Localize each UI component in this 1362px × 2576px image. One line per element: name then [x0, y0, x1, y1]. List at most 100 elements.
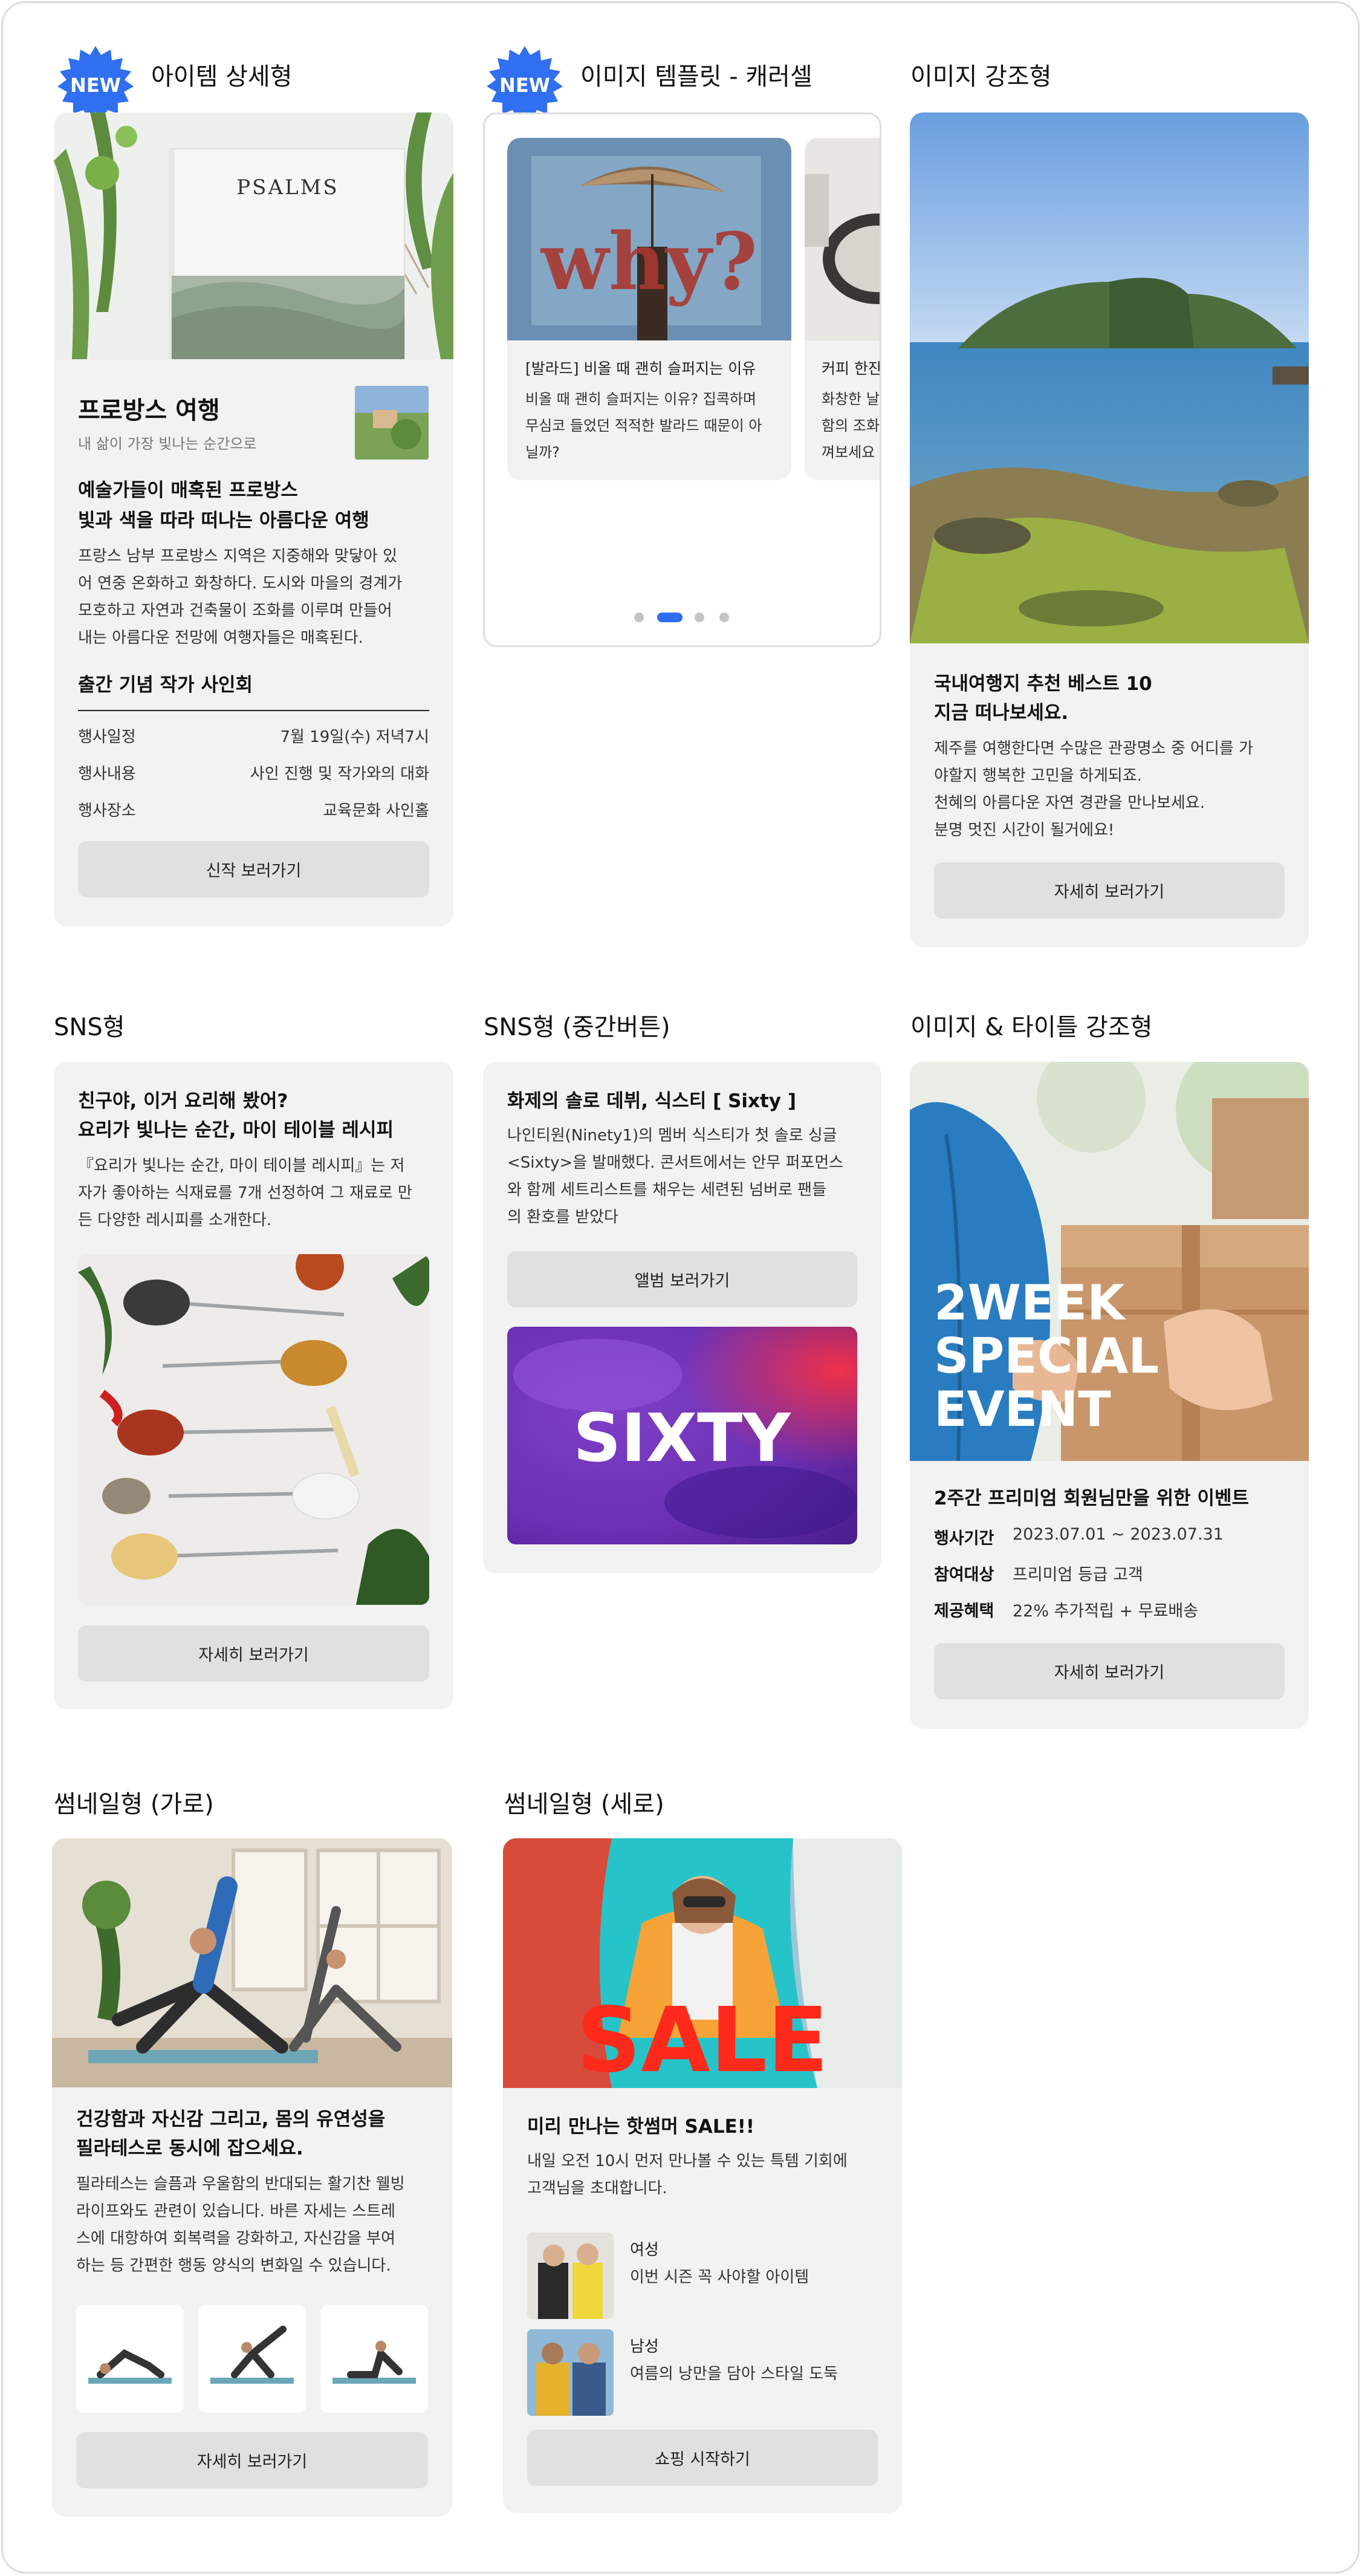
thumb-vertical-card: SALE 미리 만나는 핫썸머 SALE!! 내일 오전 10시 먼저 만나볼 …: [503, 1838, 902, 2513]
image-emphasis-headline-2: 지금 떠나보세요.: [934, 702, 1069, 724]
event-info-value: 프리미엄 등급 고객: [1013, 1566, 1143, 1584]
event-overlay-line-1: 2WEEK: [934, 1275, 1125, 1331]
carousel-dot[interactable]: [719, 613, 729, 622]
sns-body-2: 자가 좋아하는 식재료를 7개 선정하여 그 재료로 만: [78, 1184, 412, 1202]
sns-mid-headline: 화제의 솔로 데뷔, 식스티 [ Sixty ]: [507, 1090, 797, 1112]
item-body-2: 어 연중 온화하고 화창하다. 도시와 마을의 경계가: [78, 574, 403, 593]
event-row: 행사일정 7월 19일(수) 저녁7시: [78, 724, 429, 747]
women-thumbnail[interactable]: [527, 2233, 614, 2319]
carousel-dot[interactable]: [634, 613, 644, 622]
event-info-value: 2023.07.01 ~ 2023.07.31: [1013, 1525, 1224, 1544]
section-title-carousel: 이미지 템플릿 - 캐러셀: [580, 63, 812, 91]
women-desc: 이번 시즌 꼭 사야할 아이템: [630, 2268, 809, 2286]
jeju-coast-image: [910, 112, 1309, 643]
start-shopping-button[interactable]: 쇼핑 시작하기: [527, 2430, 878, 2486]
image-emphasis-card: 국내여행지 추천 베스트 10 지금 떠나보세요. 제주를 여행한다면 수많은 …: [910, 112, 1309, 948]
item-body-1: 프랑스 남부 프로방스 지역은 지중해와 맞닿아 있: [78, 547, 397, 565]
sns-mid-body-4: 의 환호를 받았다: [507, 1208, 618, 1226]
sale-banner-word: SALE: [577, 1988, 829, 2088]
item-thumbnail[interactable]: [355, 386, 429, 460]
event-row-label: 행사내용: [78, 765, 136, 783]
book-cover-word: PSALMS: [236, 175, 339, 200]
thumb-h-body-3: 스에 대항하여 회복력을 강화하고, 자신감을 부여: [76, 2230, 395, 2248]
slide-image-word: why?: [540, 215, 757, 308]
item-heading: 프로방스 여행: [78, 397, 220, 424]
slide-image: why?: [507, 138, 791, 340]
detail-button[interactable]: 자세히 보러가기: [934, 862, 1285, 919]
section-title-image-emphasis: 이미지 강조형: [910, 63, 1052, 91]
pose-thumbnail[interactable]: [76, 2305, 184, 2413]
slide-body-3: 닐까?: [525, 444, 560, 461]
men-thumbnail[interactable]: [527, 2329, 614, 2416]
image-title-headline: 2주간 프리미엄 회원님만을 위한 이벤트: [934, 1488, 1250, 1509]
section-title-sns-mid: SNS형 (중간버튼): [484, 1013, 670, 1041]
thumb-h-body-2: 라이프와도 관련이 있습니다. 바른 자세는 스트레: [76, 2202, 395, 2220]
carousel-dot[interactable]: [695, 613, 704, 622]
image-emphasis-body-1: 제주를 여행한다면 수많은 관광명소 중 어디를 가: [934, 740, 1253, 758]
event-info-label: 참여대상: [934, 1566, 994, 1584]
item-headline-1: 예술가들이 매혹된 프로방스: [78, 480, 298, 501]
item-body-3: 모호하고 자연과 건축물이 조화를 이루며 만들어: [78, 602, 392, 620]
album-cover-word: SIXTY: [573, 1399, 791, 1477]
slide-title: 커피 한잔: [822, 360, 881, 377]
section-title-image-title: 이미지 & 타이틀 강조형: [910, 1013, 1153, 1041]
event-info-row: 제공혜택 22% 추가적립 + 무료배송: [934, 1598, 1198, 1621]
detail-button[interactable]: 자세히 보러가기: [76, 2432, 428, 2488]
image-emphasis-body-4: 분명 멋진 시간이 될거에요!: [934, 821, 1115, 839]
new-badge-label: NEW: [70, 74, 121, 97]
sns-mid-body-2: <Sixty>을 발매했다. 콘서트에서는 안무 퍼포먼스: [507, 1154, 844, 1172]
section-title-item-detail: 아이템 상세형: [151, 63, 293, 91]
new-book-button[interactable]: 신작 보러가기: [78, 841, 429, 897]
item-subheading: 내 삶이 가장 빛나는 순간으로: [78, 435, 257, 452]
event-row: 행사장소 교육문화 사인홀: [78, 798, 429, 821]
book-cover-image: PSALMS: [54, 112, 453, 359]
slide-body-3: 껴보세요: [822, 444, 875, 461]
event-info-label: 행사기간: [934, 1529, 994, 1548]
detail-button[interactable]: 자세히 보러가기: [934, 1643, 1285, 1699]
sale-banner-image: SALE: [503, 1838, 902, 2088]
item-detail-card: PSALMS 프로방스 여행 내 삶이 가장 빛나는 순간으로 예술가들이 매혹…: [54, 112, 453, 926]
slide-body-2: 함의 조화: [822, 417, 880, 434]
thumb-horizontal-card: 건강함과 자신감 그리고, 몸의 유연성을 필라테스로 동시에 잡으세요. 필라…: [52, 1838, 452, 2517]
event-info-row: 행사기간 2023.07.01 ~ 2023.07.31: [934, 1525, 1224, 1549]
spices-image: [78, 1254, 429, 1605]
event-title: 출간 기념 작가 사인회: [78, 674, 253, 696]
thumb-h-headline-2: 필라테스로 동시에 잡으세요.: [76, 2138, 303, 2159]
carousel-slide[interactable]: why? [발라드] 비올 때 괜히 슬퍼지는 이유 비올 때 괜히 슬퍼지는 …: [507, 138, 791, 480]
slide-body-1: 화창한 날: [822, 391, 880, 408]
image-title-card: 2WEEK SPECIAL EVENT 2주간 프리미엄 회원님만을 위한 이벤…: [910, 1062, 1309, 1729]
detail-button[interactable]: 자세히 보러가기: [78, 1625, 429, 1682]
item-headline-2: 빛과 색을 따라 떠나는 아름다운 여행: [78, 510, 369, 532]
pose-thumbnail[interactable]: [198, 2305, 306, 2413]
sns-headline-1: 친구야, 이거 요리해 봤어?: [78, 1090, 288, 1112]
men-desc: 여름의 낭만을 담아 스타일 도둑: [630, 2365, 838, 2383]
sns-mid-card: 화제의 솔로 데뷔, 식스티 [ Sixty ] 나인티원(Ninety1)의 …: [483, 1062, 881, 1573]
event-info-value: 22% 추가적립 + 무료배송: [1013, 1602, 1199, 1621]
carousel-slide[interactable]: 커피 한잔 화창한 날 함의 조화 껴보세요: [805, 138, 881, 480]
event-row-value: 교육문화 사인홀: [323, 802, 429, 820]
image-emphasis-body-2: 야할지 행복한 고민을 하게되죠.: [934, 767, 1143, 785]
image-emphasis-headline-1: 국내여행지 추천 베스트 10: [934, 673, 1152, 695]
event-overlay-line-3: EVENT: [934, 1381, 1111, 1437]
thumb-v-body-2: 고객님을 초대합니다.: [527, 2179, 667, 2197]
event-row-label: 행사일정: [78, 728, 136, 746]
pilates-class-image: [52, 1838, 452, 2087]
carousel-dot-active[interactable]: [657, 613, 683, 622]
sns-card: 친구야, 이거 요리해 봤어? 요리가 빛나는 순간, 마이 테이블 레시피 『…: [54, 1062, 453, 1709]
carousel-card: why? [발라드] 비올 때 괜히 슬퍼지는 이유 비올 때 괜히 슬퍼지는 …: [483, 112, 881, 647]
event-info-label: 제공혜택: [934, 1602, 994, 1621]
sns-body-3: 든 다양한 레시피를 소개한다.: [78, 1211, 272, 1229]
event-info-row: 참여대상 프리미엄 등급 고객: [934, 1561, 1143, 1585]
album-cover-image: SIXTY: [507, 1327, 857, 1544]
thumb-v-body-1: 내일 오전 10시 먼저 만나볼 수 있는 특템 기회에: [527, 2152, 848, 2170]
album-button[interactable]: 앨범 보러가기: [507, 1251, 857, 1307]
new-badge-label: NEW: [499, 74, 550, 97]
event-row-value: 사인 진행 및 작가와의 대화: [250, 765, 429, 783]
event-row-label: 행사장소: [78, 802, 136, 820]
pose-thumbnail[interactable]: [320, 2305, 428, 2413]
slide-image: [805, 138, 880, 340]
event-overlay-line-2: SPECIAL: [934, 1328, 1159, 1384]
section-title-thumb-horizontal: 썸네일형 (가로): [54, 1791, 214, 1818]
section-title-sns: SNS형: [54, 1013, 125, 1041]
sns-mid-body-1: 나인티원(Ninety1)의 멤버 식스티가 첫 솔로 싱글: [507, 1127, 837, 1145]
